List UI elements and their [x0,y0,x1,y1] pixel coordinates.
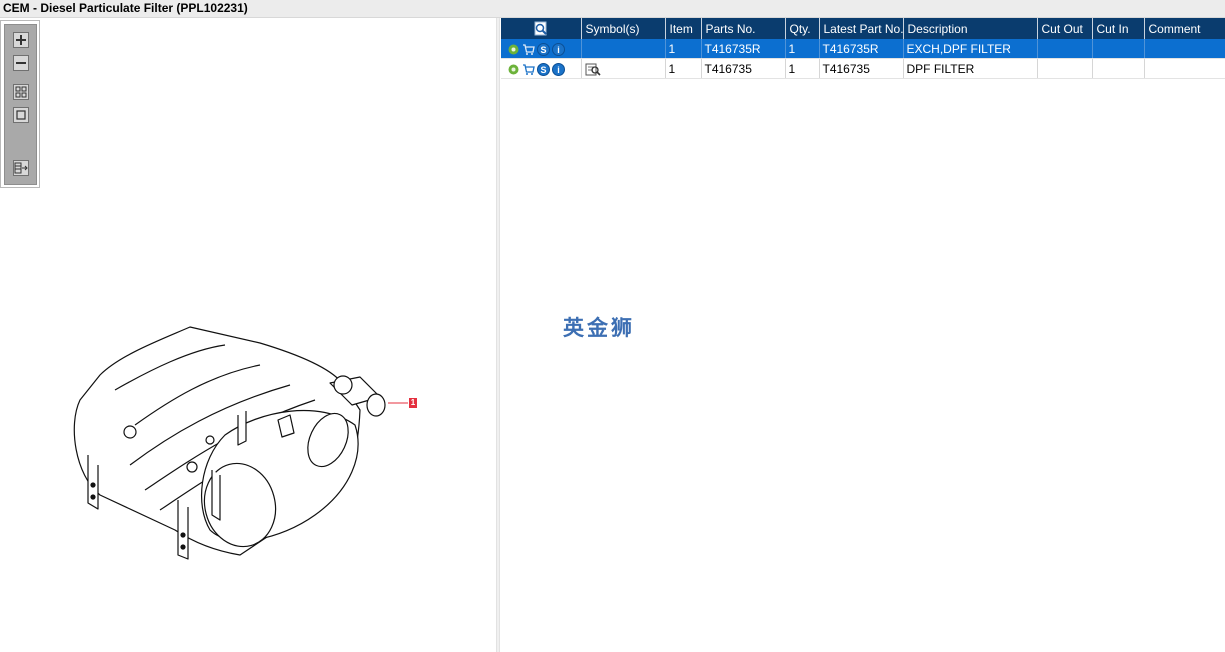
column-header-parts-no[interactable]: Parts No. [701,18,786,39]
parts-grid: Symbol(s) Item Parts No. Qty. Latest Par… [501,18,1225,79]
magnifier-icon [534,21,547,35]
item-cell: 1 [665,58,702,79]
supersession-icon[interactable]: S [537,42,550,56]
grid-header-row: Symbol(s) Item Parts No. Qty. Latest Par… [501,18,1225,39]
column-header-latest-part-no[interactable]: Latest Part No. [819,18,904,39]
comment-cell [1144,58,1225,79]
table-row[interactable]: Si 1 T416735R 1 T416735R EXCH,DPF FILTER [501,39,1225,59]
table-row[interactable]: Si 1 T416735 1 T416735 DPF FILTER [501,58,1225,79]
window-title: CEM - Diesel Particulate Filter (PPL1022… [3,1,248,15]
column-header-description[interactable]: Description [903,18,1038,39]
qty-cell: 1 [785,58,820,79]
fit-all-button[interactable] [13,84,29,100]
column-header-cut-in[interactable]: Cut In [1092,18,1145,39]
column-header-cut-out[interactable]: Cut Out [1037,18,1093,39]
viewer-toolbar-frame [0,20,40,188]
item-cell: 1 [665,39,702,59]
export-icon [14,162,28,174]
parts-no-cell: T416735R [701,39,786,59]
zoom-out-button[interactable] [13,55,29,71]
symbols-cell [581,39,666,59]
fit-window-button[interactable] [13,107,29,123]
pane-splitter[interactable] [496,18,500,652]
row-actions: Si [501,39,582,59]
export-button[interactable] [13,160,29,176]
qty-cell: 1 [785,39,820,59]
column-header-item[interactable]: Item [665,18,702,39]
supersession-icon[interactable]: S [537,62,550,76]
info-icon[interactable]: i [552,42,565,56]
dpf-filter-drawing[interactable] [60,315,420,565]
latest-part-no-cell: T416735 [819,58,904,79]
cut-out-cell [1037,58,1093,79]
zoom-in-button[interactable] [13,32,29,48]
book-magnifier-icon[interactable] [585,63,601,76]
callout-label-1[interactable]: 1 [409,398,417,408]
info-icon[interactable]: i [552,62,565,76]
watermark-text: 英金狮 [563,316,635,340]
cut-in-cell [1092,58,1145,79]
description-cell: EXCH,DPF FILTER [903,39,1038,59]
column-header-comment[interactable]: Comment [1144,18,1225,39]
viewer-toolbar [4,24,37,185]
gear-icon[interactable] [507,43,520,56]
window-titlebar: CEM - Diesel Particulate Filter (PPL1022… [0,0,1225,18]
cut-in-cell [1092,39,1145,59]
parts-no-cell: T416735 [701,58,786,79]
column-header-search[interactable] [501,18,582,39]
gear-icon[interactable] [507,63,520,76]
latest-part-no-cell: T416735R [819,39,904,59]
square-icon [16,110,26,120]
comment-cell [1144,39,1225,59]
row-actions: Si [501,58,582,79]
grid-icon [15,86,27,98]
cart-icon[interactable] [522,43,535,56]
plus-icon [16,35,26,45]
cut-out-cell [1037,39,1093,59]
symbols-cell [581,58,666,79]
cart-icon[interactable] [522,63,535,76]
column-header-symbols[interactable]: Symbol(s) [581,18,666,39]
minus-icon [16,62,26,64]
description-cell: DPF FILTER [903,58,1038,79]
column-header-qty[interactable]: Qty. [785,18,820,39]
